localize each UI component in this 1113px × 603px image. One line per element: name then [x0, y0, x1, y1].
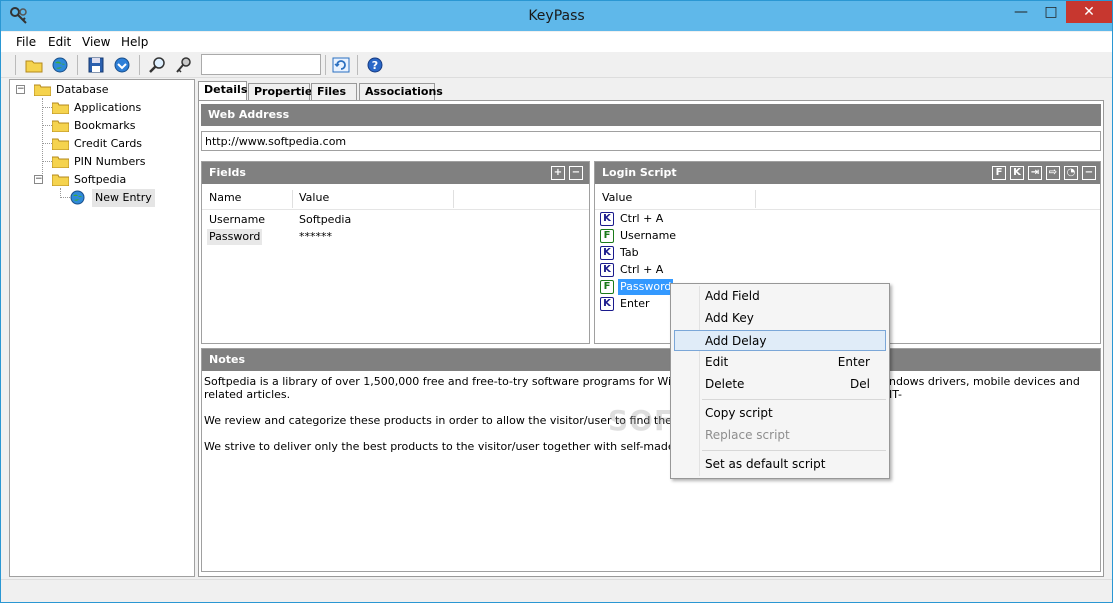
toolbar: ?: [1, 52, 1112, 78]
notes-paragraph: Softpedia is a library of over 1,500,000…: [204, 375, 1080, 401]
menu-item-copy-script[interactable]: Copy script: [674, 403, 886, 424]
menu-item-add-key[interactable]: Add Key: [674, 308, 886, 329]
remove-step-button[interactable]: −: [1082, 166, 1096, 180]
key-step-icon: K: [600, 246, 614, 260]
toolbar-grip: [15, 55, 16, 75]
maximize-button[interactable]: □: [1036, 1, 1066, 23]
toolbar-separator: [357, 55, 358, 75]
key-step-icon: K: [600, 297, 614, 311]
tree-line: [42, 107, 52, 108]
menu-separator: [702, 450, 886, 451]
status-bar: [1, 579, 1112, 602]
refresh-icon[interactable]: [331, 55, 351, 75]
tab-properties[interactable]: Properties: [248, 83, 319, 100]
minimize-button[interactable]: —: [1006, 1, 1036, 23]
sync-icon[interactable]: [112, 55, 132, 75]
tab-files[interactable]: Files: [311, 83, 357, 100]
window-title: KeyPass: [528, 8, 585, 24]
toolbar-separator: [139, 55, 140, 75]
key-step-icon: K: [600, 212, 614, 226]
table-row[interactable]: Username: [209, 212, 265, 228]
search-icon[interactable]: [148, 55, 168, 75]
database-tree[interactable]: − Database Applications Bookmarks Credit…: [9, 79, 195, 577]
toolbar-separator: [77, 55, 78, 75]
menu-bar: File Edit View Help: [1, 32, 1112, 52]
menu-help[interactable]: Help: [121, 35, 148, 49]
menu-file[interactable]: File: [16, 35, 36, 49]
notes-header: Notes: [202, 349, 1100, 371]
tree-line: [42, 98, 43, 180]
collapse-icon[interactable]: −: [16, 85, 25, 94]
script-column-header: Value: [595, 186, 1100, 210]
folder-icon: [52, 138, 69, 150]
web-address-field[interactable]: http://www.softpedia.com: [201, 131, 1101, 151]
tree-line: [60, 197, 70, 198]
folder-open-icon: [52, 174, 69, 186]
field-step-icon: F: [600, 280, 614, 294]
close-button[interactable]: ✕: [1066, 1, 1112, 23]
menu-item-add-delay[interactable]: Add Delay: [674, 330, 886, 351]
toolbar-separator: [325, 55, 326, 75]
field-script-button[interactable]: F: [992, 166, 1006, 180]
context-menu: Add Field Add Key Add Delay Edit Enter De…: [670, 283, 890, 479]
folder-icon: [52, 156, 69, 168]
column-divider[interactable]: [755, 190, 756, 208]
menu-item-add-field[interactable]: Add Field: [674, 286, 886, 307]
fields-panel: Fields + − Name Value Username Softpedia…: [201, 161, 590, 344]
menu-edit[interactable]: Edit: [48, 35, 71, 49]
tree-line: [42, 143, 52, 144]
help-icon[interactable]: ?: [365, 55, 385, 75]
save-icon[interactable]: [86, 55, 106, 75]
key-step-icon: K: [600, 263, 614, 277]
svg-text:?: ?: [372, 59, 378, 72]
menu-item-edit[interactable]: Edit Enter: [674, 352, 886, 373]
table-row[interactable]: Password: [207, 229, 263, 245]
collapse-icon[interactable]: −: [34, 175, 43, 184]
open-folder-icon[interactable]: [24, 55, 44, 75]
tab-associations[interactable]: Associations: [359, 83, 443, 100]
field-step-icon: F: [600, 229, 614, 243]
tab-script-icon[interactable]: ⇥: [1028, 166, 1042, 180]
tree-line: [42, 161, 52, 162]
remove-field-button[interactable]: −: [569, 166, 583, 180]
tree-line: [42, 125, 52, 126]
search-input[interactable]: [201, 54, 321, 75]
tab-details[interactable]: Details: [198, 81, 247, 101]
menu-item-delete[interactable]: Delete Del: [674, 374, 886, 395]
column-value[interactable]: Value: [595, 186, 632, 210]
table-cell[interactable]: Softpedia: [299, 212, 351, 228]
column-divider[interactable]: [453, 190, 454, 208]
column-name[interactable]: Name: [202, 186, 241, 210]
login-script-header: Login Script: [595, 162, 1100, 184]
fields-column-header: Name Value: [202, 186, 589, 210]
fields-header: Fields: [202, 162, 589, 184]
globe-icon[interactable]: [50, 55, 70, 75]
web-address-header: Web Address: [201, 104, 1101, 126]
notes-paragraph: We strive to deliver only the best produ…: [204, 440, 709, 453]
table-cell[interactable]: ******: [299, 229, 332, 245]
folder-icon: [34, 84, 51, 96]
globe-icon: [70, 190, 85, 205]
delay-clock-icon[interactable]: ◔: [1064, 166, 1078, 180]
folder-icon: [52, 102, 69, 114]
column-value[interactable]: Value: [292, 186, 329, 210]
menu-separator: [702, 399, 886, 400]
folder-icon: [52, 120, 69, 132]
app-window: KeyPass — □ ✕ File Edit View Help ? − Da…: [0, 0, 1113, 603]
add-field-button[interactable]: +: [551, 166, 565, 180]
enter-script-icon[interactable]: ⇨: [1046, 166, 1060, 180]
menu-item-replace-script[interactable]: Replace script: [674, 425, 886, 446]
key-script-button[interactable]: K: [1010, 166, 1024, 180]
menu-view[interactable]: View: [82, 35, 110, 49]
title-bar[interactable]: KeyPass — □ ✕: [1, 1, 1112, 31]
menu-item-set-default-script[interactable]: Set as default script: [674, 454, 886, 475]
key-search-icon[interactable]: [174, 55, 194, 75]
